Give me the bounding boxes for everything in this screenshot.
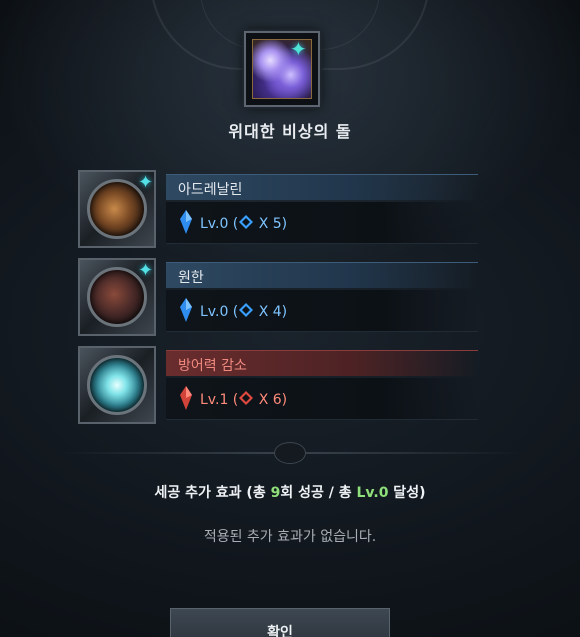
blue-shard-icon [239, 215, 254, 229]
engraving-row-adrenaline: ✦ 아드레날린 Lv.0 ( X 5) [78, 170, 478, 248]
sparkle-icon: ✦ [138, 260, 154, 281]
engraving-icon-frame: ✦ [78, 170, 156, 248]
level-value: Lv.0 ( [200, 216, 239, 232]
engraving-row-defense-reduction: 방어력 감소 Lv.1 ( X 6) [78, 346, 478, 424]
engraving-icon-frame [78, 346, 156, 424]
count-value: X 6) [254, 392, 288, 408]
engraving-row-grudge: ✦ 원한 Lv.0 ( X 4) [78, 258, 478, 336]
confirm-button[interactable]: 확인 [170, 608, 390, 637]
bonus-level: Lv.0 [356, 485, 389, 501]
red-shard-icon [239, 391, 254, 405]
row-header: 아드레날린 [166, 174, 478, 200]
count-value: X 4) [254, 304, 288, 320]
item-icon-frame: ✦ [244, 31, 320, 107]
row-header: 방어력 감소 [166, 350, 478, 376]
defense-reduction-portrait-icon [87, 355, 147, 415]
row-body: Lv.0 ( X 4) [166, 290, 478, 332]
count-value: X 5) [254, 216, 288, 232]
level-text: Lv.0 ( X 4) [200, 302, 287, 320]
level-value: Lv.1 ( [200, 392, 239, 408]
item-name: 위대한 비상의 돌 [228, 122, 352, 141]
blue-shard-icon [239, 303, 254, 317]
sparkle-icon: ✦ [138, 172, 154, 193]
blue-crystal-icon [180, 210, 192, 234]
row-body: Lv.0 ( X 5) [166, 202, 478, 244]
level-text: Lv.0 ( X 5) [200, 214, 287, 232]
engraving-name: 방어력 감소 [178, 358, 247, 374]
bonus-suffix: 달성) [388, 485, 426, 501]
blue-crystal-icon [180, 298, 192, 322]
bonus-middle: 회 성공 / 총 [280, 485, 357, 501]
divider-ornament [274, 442, 306, 464]
bonus-empty-message: 적용된 추가 효과가 없습니다. [203, 529, 377, 545]
engraving-icon-frame: ✦ [78, 258, 156, 336]
red-crystal-icon [180, 386, 192, 410]
row-body: Lv.1 ( X 6) [166, 378, 478, 420]
level-value: Lv.0 ( [200, 304, 239, 320]
level-text: Lv.1 ( X 6) [200, 390, 287, 408]
bonus-prefix: 세공 추가 효과 (총 [154, 485, 271, 501]
bonus-summary: 세공 추가 효과 (총 9회 성공 / 총 Lv.0 달성) [0, 482, 580, 502]
engraving-name: 원한 [178, 270, 204, 286]
success-count: 9 [270, 485, 281, 501]
engraving-name: 아드레날린 [178, 182, 243, 198]
row-header: 원한 [166, 262, 478, 288]
sparkle-icon: ✦ [290, 37, 307, 61]
